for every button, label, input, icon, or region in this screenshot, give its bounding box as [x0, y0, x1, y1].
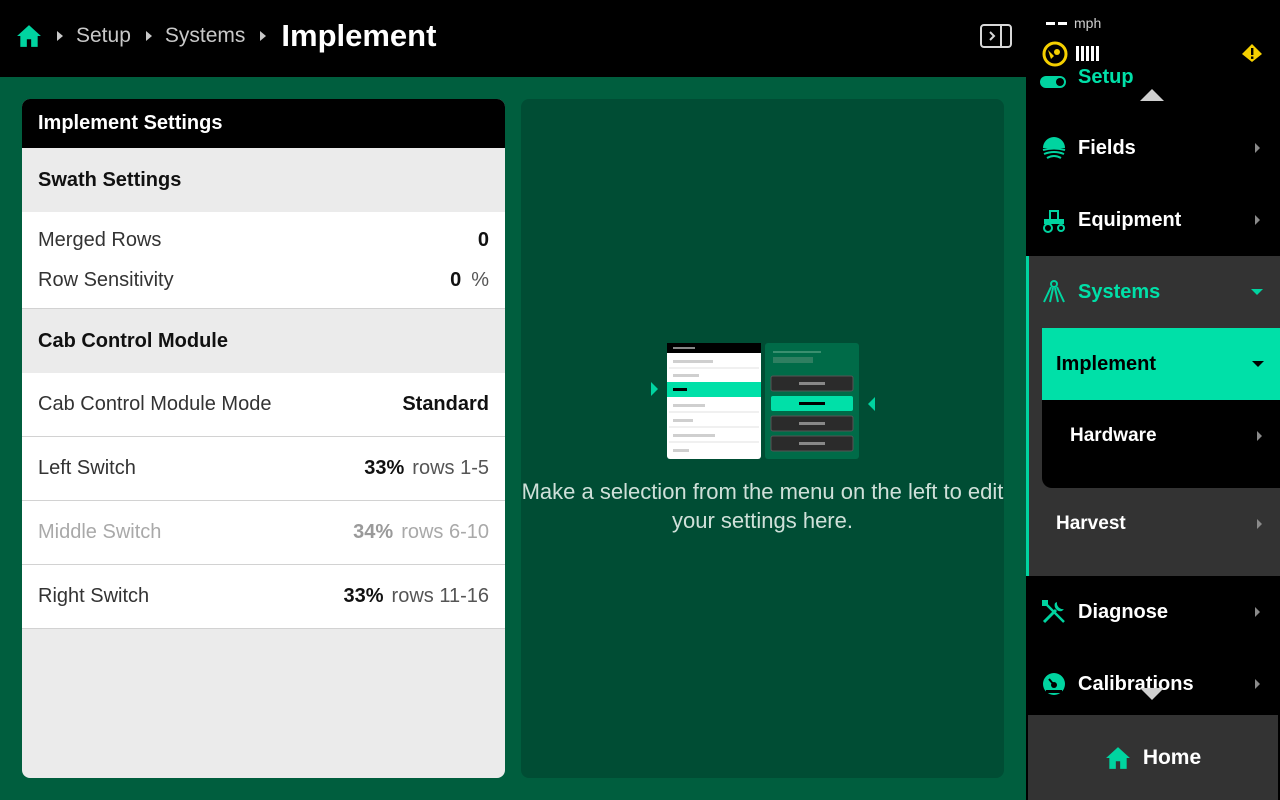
chevron-right-icon [1255, 607, 1260, 617]
left-switch-row[interactable]: Left Switch 33% rows 1-5 [22, 437, 505, 501]
top-bar: Setup Systems Implement [0, 0, 1026, 77]
nav-systems-label: Systems [1078, 280, 1161, 303]
gauge-icon [1043, 673, 1065, 695]
panel-toggle-icon[interactable] [980, 24, 1012, 48]
systems-icon [1043, 280, 1065, 303]
row-sensitivity-row[interactable]: Row Sensitivity 0% [22, 260, 505, 300]
signal-bars-icon [1076, 46, 1101, 61]
right-switch-row[interactable]: Right Switch 33% rows 11-16 [22, 565, 505, 629]
sidebar: mph Setup Fields Equipment Systems Imple… [1026, 0, 1280, 800]
nav-hardware-label: Hardware [1070, 425, 1157, 446]
middle-switch-percent: 34% [353, 521, 394, 543]
breadcrumb: Setup Systems Implement [16, 0, 436, 72]
breadcrumb-separator-icon [145, 31, 152, 41]
chevron-right-icon [1257, 519, 1262, 529]
tractor-icon [1043, 210, 1065, 233]
breadcrumb-separator-icon [260, 31, 267, 41]
home-button-label: Home [1142, 745, 1202, 769]
nav-calibrations[interactable]: Calibrations [1026, 648, 1280, 720]
middle-switch-label: Middle Switch [38, 521, 162, 543]
status-bar: mph [1026, 0, 1280, 74]
breadcrumb-systems[interactable]: Systems [165, 24, 246, 48]
middle-switch-rows: rows 6-10 [401, 521, 489, 543]
card-title: Implement Settings [22, 99, 505, 148]
chevron-down-icon [1251, 289, 1263, 295]
nav-harvest-label: Harvest [1056, 513, 1126, 534]
gps-signal-icon[interactable] [1042, 41, 1068, 67]
row-sensitivity-value: 0 [450, 268, 462, 291]
right-switch-rows: rows 11-16 [391, 585, 489, 607]
swath-settings-group: Merged Rows 0 Row Sensitivity 0% [22, 212, 505, 309]
nav-equipment-label: Equipment [1078, 208, 1182, 231]
nav-fields-label: Fields [1078, 136, 1136, 159]
wrench-screwdriver-icon [1042, 600, 1065, 624]
left-switch-rows: rows 1-5 [412, 457, 489, 479]
middle-switch-row: Middle Switch 34% rows 6-10 [22, 501, 505, 565]
nav-diagnose-label: Diagnose [1078, 600, 1169, 623]
home-icon [1105, 746, 1130, 769]
speed-readout: mph [1046, 15, 1101, 31]
right-switch-label: Right Switch [38, 585, 150, 607]
scroll-up-icon[interactable] [1140, 89, 1164, 101]
nav-implement-label: Implement [1056, 352, 1157, 375]
setup-toggle-icon [1040, 76, 1066, 88]
nav-equipment[interactable]: Equipment [1026, 184, 1280, 256]
nav-hardware[interactable]: Hardware [1042, 400, 1280, 472]
warning-icon[interactable] [1241, 43, 1263, 63]
cab-control-module-title: Cab Control Module [22, 309, 505, 373]
chevron-down-icon [1252, 361, 1264, 367]
scroll-down-icon[interactable] [1140, 688, 1164, 700]
merged-rows-row[interactable]: Merged Rows 0 [22, 220, 505, 260]
cab-control-mode-label: Cab Control Module Mode [38, 393, 272, 415]
merged-rows-label: Merged Rows [38, 228, 162, 251]
left-switch-percent: 33% [364, 457, 405, 479]
swath-settings-title: Swath Settings [22, 148, 505, 212]
right-switch-percent: 33% [343, 585, 384, 607]
nav-implement-group: Implement Hardware [1042, 328, 1280, 488]
chevron-right-icon [1255, 679, 1260, 689]
breadcrumb-separator-icon [57, 31, 63, 41]
nav-fields[interactable]: Fields [1026, 112, 1280, 184]
cab-control-mode-row[interactable]: Cab Control Module Mode Standard [22, 373, 505, 437]
menu-illustration-icon [651, 343, 875, 459]
chevron-right-icon [1257, 431, 1262, 441]
nav-implement[interactable]: Implement [1042, 328, 1280, 400]
page-title: Implement [281, 18, 437, 53]
nav-calibrations-label: Calibrations [1078, 672, 1194, 695]
selection-hint: Make a selection from the menu on the le… [521, 479, 1004, 533]
info-panel: Make a selection from the menu on the le… [521, 99, 1004, 778]
fields-icon [1042, 137, 1066, 159]
implement-settings-card: Implement Settings Swath Settings Merged… [22, 99, 505, 778]
home-button[interactable]: Home [1028, 715, 1278, 800]
nav-systems[interactable]: Systems [1026, 256, 1280, 328]
nav-diagnose[interactable]: Diagnose [1026, 576, 1280, 648]
nav-systems-group: Systems Implement Hardware Harvest [1026, 256, 1280, 576]
nav-harvest[interactable]: Harvest [1042, 488, 1280, 560]
main-area: Implement Settings Swath Settings Merged… [0, 77, 1026, 800]
row-sensitivity-unit: % [471, 268, 489, 291]
chevron-right-icon [1255, 143, 1260, 153]
row-sensitivity-label: Row Sensitivity [38, 268, 174, 291]
merged-rows-value: 0 [477, 228, 489, 251]
home-icon[interactable] [16, 23, 42, 49]
left-switch-label: Left Switch [38, 457, 136, 479]
speed-unit: mph [1074, 15, 1102, 31]
breadcrumb-setup[interactable]: Setup [76, 24, 131, 48]
chevron-right-icon [1255, 215, 1260, 225]
cab-control-mode-value: Standard [402, 393, 489, 415]
